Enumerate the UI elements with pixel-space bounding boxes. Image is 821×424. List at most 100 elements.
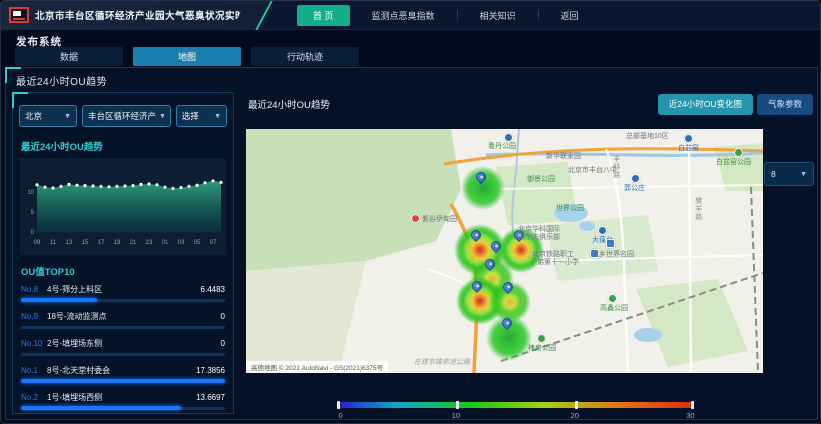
svg-text:23: 23 (146, 240, 153, 246)
view-tabs: 数据 地图 行动轨迹 (15, 47, 359, 66)
ou-site-label: 2号-填埋场东侧 (47, 338, 221, 349)
ou-site-label: 8号-北天堂村委会 (47, 365, 196, 376)
map-place-label: 槐房公园 (528, 345, 556, 353)
park-icon (734, 148, 743, 157)
trend-chart-title: 最近24小时OU趋势 (21, 139, 233, 153)
map-panel: 最近24小时OU趋势 近24小时OU变化图 气象参数 (240, 92, 817, 418)
chevron-down-icon: ▼ (800, 171, 807, 178)
map-place-label: 北京铁路职工 (532, 251, 574, 259)
scale-label: 30 (686, 411, 694, 420)
section-title: 最近24小时OU趋势 (16, 73, 107, 88)
map-canvas[interactable]: 看丹公园 总部基地10区 新华联家园 御景公园 北京市丰台八中 世界公园 紫谷伊… (246, 129, 763, 373)
svg-text:11: 11 (50, 240, 57, 246)
nav-item-back[interactable]: 返回 (545, 5, 595, 26)
map-road-label: 丰科路 (612, 155, 620, 179)
tab-data[interactable]: 数据 (15, 47, 123, 66)
ou-list-item[interactable]: No.1 8号-北天堂村委会 17.3856 (21, 365, 225, 383)
ou-bar-fill (21, 406, 181, 410)
ou-bar-track (21, 299, 225, 302)
map-place-label: 子弟第十一小学 (530, 259, 579, 267)
ou-bar-track (21, 353, 225, 356)
chevron-down-icon: ▼ (64, 113, 71, 120)
metro-station-icon (504, 133, 513, 142)
ou-top-title: OU值TOP10 (21, 264, 233, 278)
app-title: 北京市丰台区循环经济产业园大气恶臭状况实时 (35, 8, 245, 22)
left-panel: 北京 ▼ 丰台区循环经济产 ▼ 选择 ▼ 最近24小时OU趋势 (12, 92, 234, 414)
map-place-label: 花乡世界名园 (592, 251, 634, 259)
map-place-label: 高尔夫俱乐部 (518, 234, 560, 242)
nav-divider (538, 10, 539, 20)
metro-station-icon (598, 226, 607, 235)
map-place-label: 北京市丰台八中 (568, 167, 617, 175)
scale-tick (691, 401, 694, 409)
map-place-label: 白盆窑公园 (716, 159, 751, 167)
map-place-label: 新华联家园 (546, 153, 581, 161)
app-logo-icon (9, 7, 29, 23)
ou-rank: No.2 (21, 393, 47, 402)
map-place-label: 御景公园 (527, 176, 555, 184)
ou-list-item[interactable]: No.8 4号-筛分上料区 6.4483 (21, 284, 225, 302)
nav-item-home[interactable]: 首 页 (297, 5, 350, 26)
ou-rank: No.10 (21, 339, 47, 348)
map-place-label: 高鑫公园 (600, 305, 628, 313)
scenic-spot-icon (411, 214, 420, 223)
map-place-label: 世界公园 (556, 205, 584, 213)
metro-station-icon (631, 174, 640, 183)
scale-tick (575, 401, 578, 409)
chevron-down-icon: ▼ (214, 113, 221, 120)
weather-params-button[interactable]: 气象参数 (757, 94, 813, 115)
map-layer-select[interactable]: 8 ▼ (764, 162, 814, 186)
brand-area: 北京市丰台区循环经济产业园大气恶臭状况实时 (1, 1, 249, 30)
main-nav: 首 页 监测点恶臭指数 相关知识 返回 (297, 5, 595, 26)
svg-text:19: 19 (114, 240, 121, 246)
ou-list-item[interactable]: No.10 2号-填埋场东侧 0 (21, 338, 225, 356)
ou-list-item[interactable]: No.2 1号-填埋场西侧 13.6697 (21, 392, 225, 410)
svg-text:21: 21 (130, 240, 137, 246)
tab-map[interactable]: 地图 (133, 47, 241, 66)
ou-site-label: 4号-筛分上料区 (47, 284, 201, 295)
ou-value: 13.6697 (196, 393, 225, 402)
park-icon (537, 334, 546, 343)
ou-rank: No.1 (21, 366, 47, 375)
map-place-label: 总部基地10区 (626, 133, 669, 141)
map-road-label: 樊羊路 (694, 197, 702, 221)
nav-item-knowledge[interactable]: 相关知识 (464, 5, 532, 26)
svg-text:0: 0 (31, 230, 35, 236)
map-attribution: 高德地图 © 2021 AutoNavi - GS(2021)6375号 (246, 361, 388, 373)
svg-text:5: 5 (31, 210, 35, 216)
site-select[interactable]: 选择 ▼ (176, 105, 227, 127)
nav-item-odor-index[interactable]: 监测点恶臭指数 (356, 5, 451, 26)
svg-text:13: 13 (66, 240, 73, 246)
ou-value: 6.4483 (201, 285, 225, 294)
svg-text:15: 15 (82, 240, 89, 246)
scale-label: 0 (338, 411, 342, 420)
city-select[interactable]: 北京 ▼ (19, 105, 77, 127)
map-place-label: 白盆窑 (678, 145, 699, 153)
tab-track[interactable]: 行动轨迹 (251, 47, 359, 66)
map-panel-title: 最近24小时OU趋势 (248, 97, 330, 111)
map-place-label: 紫谷伊甸园 (422, 216, 457, 224)
svg-text:03: 03 (178, 240, 185, 246)
main-panel: 最近24小时OU趋势 北京 ▼ 丰台区循环经济产 ▼ 选择 ▼ 最近24小时OU… (5, 67, 818, 420)
ou-list-item[interactable]: No.9 18号-流动监测点 0 (21, 311, 225, 329)
site-select-value: 选择 (182, 110, 199, 122)
svg-text:09: 09 (34, 240, 41, 246)
ou-bar-fill (21, 379, 225, 383)
district-select-value: 丰台区循环经济产 (88, 110, 156, 122)
ou-change-map-button[interactable]: 近24小时OU变化图 (658, 94, 753, 115)
svg-text:05: 05 (194, 240, 201, 246)
svg-text:17: 17 (98, 240, 105, 246)
district-select[interactable]: 丰台区循环经济产 ▼ (82, 105, 171, 127)
park-icon (608, 294, 617, 303)
svg-text:10: 10 (27, 190, 34, 196)
map-place-label: 郭公庄 (624, 185, 645, 193)
ou-bar-track (21, 407, 225, 410)
ou-color-gradient-bar (337, 402, 694, 408)
ou-site-label: 1号-填埋场西侧 (47, 392, 196, 403)
scale-tick (337, 401, 340, 409)
dashboard-screen: 北京市丰台区循环经济产业园大气恶臭状况实时 首 页 监测点恶臭指数 相关知识 返… (0, 0, 821, 424)
ou-value: 0 (221, 339, 225, 348)
metro-station-icon (684, 134, 693, 143)
ou-bar-track (21, 326, 225, 329)
svg-text:07: 07 (210, 240, 217, 246)
